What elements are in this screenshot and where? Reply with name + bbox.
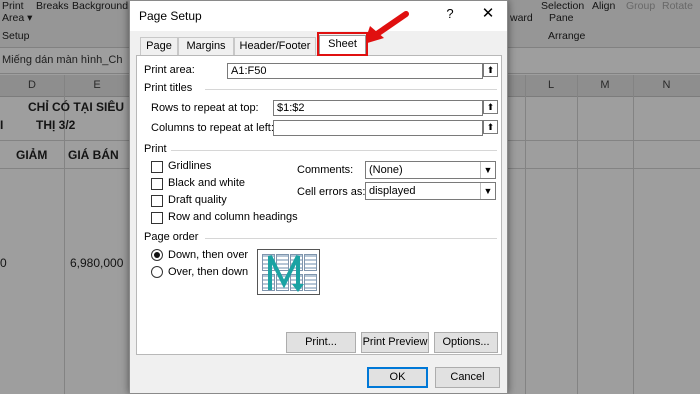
cell-errors-value: displayed <box>369 185 416 197</box>
cols-repeat-label: Columns to repeat at left: <box>151 122 274 134</box>
page-order-label: Page order <box>144 231 199 243</box>
chevron-down-icon[interactable]: ▼ <box>480 162 495 178</box>
cell-errors-label: Cell errors as: <box>297 186 366 198</box>
draft-quality-checkbox[interactable] <box>151 195 163 207</box>
dialog-titlebar[interactable]: Page Setup ? ✕ <box>130 1 507 31</box>
gridlines-checkbox[interactable] <box>151 161 163 173</box>
print-button[interactable]: Print... <box>286 332 356 353</box>
tab-page[interactable]: Page <box>140 37 178 55</box>
page-order-arrow-icon <box>268 255 304 292</box>
collapse-dialog-icon[interactable]: ⬆ <box>483 63 498 77</box>
cell-errors-select[interactable]: displayed ▼ <box>365 182 496 200</box>
comments-value: (None) <box>369 164 403 176</box>
cols-repeat-input[interactable] <box>273 120 483 136</box>
page-order-preview <box>257 249 320 295</box>
row-col-headings-label: Row and column headings <box>168 211 298 223</box>
print-area-input[interactable]: A1:F50 <box>227 63 483 79</box>
rows-repeat-label: Rows to repeat at top: <box>151 102 259 114</box>
black-white-label: Black and white <box>168 177 246 189</box>
tab-header-footer[interactable]: Header/Footer <box>234 37 316 55</box>
row-col-headings-checkbox[interactable] <box>151 212 163 224</box>
collapse-dialog-icon[interactable]: ⬆ <box>483 100 498 114</box>
over-then-down-label: Over, then down <box>168 266 249 278</box>
cancel-button[interactable]: Cancel <box>435 367 500 388</box>
annotation-arrow-icon <box>364 11 409 44</box>
collapse-dialog-icon[interactable]: ⬆ <box>483 120 498 134</box>
close-button[interactable]: ✕ <box>478 4 498 24</box>
section-divider <box>205 238 497 239</box>
section-divider <box>171 150 497 151</box>
print-section-label: Print <box>144 143 167 155</box>
print-titles-label: Print titles <box>144 82 193 94</box>
page-setup-dialog: Page Setup ? ✕ Page Margins Header/Foote… <box>129 0 508 394</box>
options-button[interactable]: Options... <box>434 332 498 353</box>
gridlines-label: Gridlines <box>168 160 212 172</box>
print-preview-button[interactable]: Print Preview <box>361 332 429 353</box>
over-then-down-radio[interactable] <box>151 266 163 278</box>
ok-button[interactable]: OK <box>367 367 428 388</box>
print-area-label: Print area: <box>144 64 195 76</box>
section-divider <box>205 89 497 90</box>
comments-select[interactable]: (None) ▼ <box>365 161 496 179</box>
help-button[interactable]: ? <box>442 6 458 24</box>
black-white-checkbox[interactable] <box>151 178 163 190</box>
comments-label: Comments: <box>297 164 354 176</box>
highlight-box <box>317 32 368 56</box>
chevron-down-icon[interactable]: ▼ <box>480 183 495 199</box>
rows-repeat-input[interactable]: $1:$2 <box>273 100 483 116</box>
tab-margins[interactable]: Margins <box>178 37 234 55</box>
down-then-over-label: Down, then over <box>168 249 249 261</box>
draft-quality-label: Draft quality <box>168 194 227 206</box>
dialog-title: Page Setup <box>139 9 202 23</box>
sheet-panel: Print area: A1:F50 ⬆ Print titles Rows t… <box>136 55 502 355</box>
down-then-over-radio[interactable] <box>151 249 163 261</box>
